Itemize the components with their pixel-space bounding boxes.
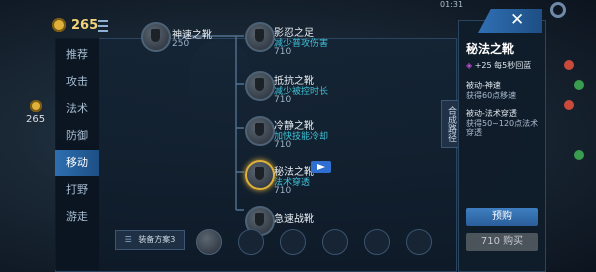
synthesis-path-tab[interactable]: 合成路径: [441, 100, 459, 148]
equip-plan-button[interactable]: ☰ 装备方案3: [115, 230, 185, 250]
menu-icon[interactable]: [98, 20, 108, 32]
quick-buy-icon[interactable]: [311, 161, 331, 173]
item-price: 710: [274, 140, 292, 150]
equip-plan-label: 装备方案3: [138, 235, 176, 244]
item-price: 710: [274, 95, 292, 105]
gold-display: 265: [52, 12, 98, 38]
boots-of-speed-icon[interactable]: [141, 22, 171, 52]
hud-indicator-icon: [564, 100, 574, 110]
preorder-button[interactable]: 预购: [466, 208, 538, 226]
equip-slot[interactable]: [280, 229, 306, 255]
hud-indicator-icon: [574, 80, 584, 90]
resist-boots-icon[interactable]: [245, 71, 275, 101]
calm-boots-icon[interactable]: [245, 116, 275, 146]
tab-movement[interactable]: 移动: [55, 150, 99, 176]
game-clock: 01:31: [440, 0, 464, 9]
side-gold-display: 265: [26, 100, 45, 125]
passive1-desc: 获得60点移速: [466, 91, 517, 100]
category-tabs: 推荐 攻击 法术 防御 移动 打野 游走: [55, 38, 99, 270]
tab-defense[interactable]: 防御: [55, 123, 99, 149]
detail-stat: ◈ +25 每5秒回蓝: [466, 60, 531, 71]
list-icon: ☰: [124, 235, 132, 244]
gold-coin-icon: [52, 18, 66, 32]
settings-gear-icon[interactable]: [550, 2, 566, 18]
arcane-boots-icon[interactable]: [245, 160, 275, 190]
gold-amount: 265: [71, 17, 99, 33]
hud-indicators: [560, 60, 588, 180]
tab-attack[interactable]: 攻击: [55, 69, 99, 95]
item-price: 710: [274, 186, 292, 196]
hud-indicator-icon: [574, 150, 584, 160]
equip-slot[interactable]: [238, 229, 264, 255]
equip-slot[interactable]: [196, 229, 222, 255]
equip-slot[interactable]: [406, 229, 432, 255]
tab-recommend[interactable]: 推荐: [55, 42, 99, 68]
buy-button[interactable]: 710 购买: [466, 233, 538, 251]
detail-title: 秘法之靴: [466, 42, 515, 56]
tab-magic[interactable]: 法术: [55, 96, 99, 122]
mana-icon: ◈: [466, 61, 473, 70]
tab-jungle[interactable]: 打野: [55, 177, 99, 203]
close-icon: ✕: [510, 10, 525, 30]
passive2-desc-cont: 穿透: [466, 128, 482, 137]
side-gold-amount: 265: [26, 114, 46, 125]
equip-slot[interactable]: [364, 229, 390, 255]
detail-stat-text: +25 每5秒回蓝: [474, 61, 532, 70]
shadow-boots-icon[interactable]: [245, 22, 275, 52]
equip-slot[interactable]: [322, 229, 348, 255]
gold-coin-icon: [29, 100, 42, 112]
item-name: 急速战靴: [274, 214, 314, 225]
hud-indicator-icon: [564, 60, 574, 70]
root-item-price: 250: [172, 39, 190, 49]
tab-roam[interactable]: 游走: [55, 204, 99, 230]
item-price: 710: [274, 47, 292, 57]
